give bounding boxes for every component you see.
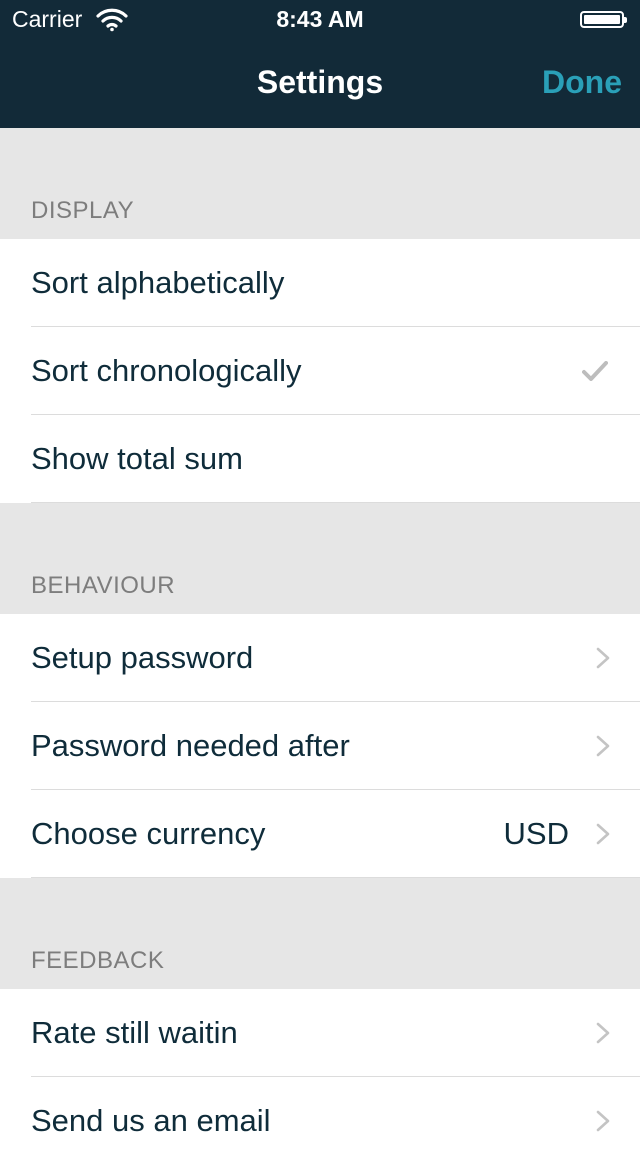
chevron-right-icon	[596, 1110, 610, 1132]
chevron-right-icon	[596, 1022, 610, 1044]
rate-app-row[interactable]: Rate still waitin	[0, 989, 640, 1077]
send-email-row[interactable]: Send us an email	[0, 1077, 640, 1165]
sort-alphabetically-row[interactable]: Sort alphabetically	[0, 239, 640, 327]
section-header-behaviour: BEHAVIOUR	[31, 572, 176, 599]
display-group: Sort alphabetically Sort chronologically…	[0, 239, 640, 503]
feedback-group: Rate still waitin Send us an email	[0, 989, 640, 1165]
behaviour-group: Setup password Password needed after Cho…	[0, 614, 640, 878]
chevron-right-icon	[596, 647, 610, 669]
chevron-right-icon	[596, 823, 610, 845]
chevron-right-icon	[596, 735, 610, 757]
battery-icon	[580, 11, 627, 28]
done-button[interactable]: Done	[542, 64, 622, 101]
currency-value: USD	[503, 816, 569, 851]
status-time: 8:43 AM	[276, 6, 364, 32]
password-needed-after-row[interactable]: Password needed after	[0, 702, 640, 790]
section-header-display: DISPLAY	[31, 197, 135, 224]
checkmark-icon	[582, 361, 608, 381]
sort-chronologically-row[interactable]: Sort chronologically	[0, 327, 640, 415]
choose-currency-row[interactable]: Choose currency USD	[0, 790, 640, 878]
setup-password-row[interactable]: Setup password	[0, 614, 640, 702]
status-bar: Carrier 8:43 AM	[0, 0, 640, 40]
show-total-sum-row[interactable]: Show total sum	[0, 415, 640, 503]
section-header-feedback: FEEDBACK	[31, 947, 165, 974]
navigation-bar: Carrier 8:43 AM Settings Done	[0, 0, 640, 128]
